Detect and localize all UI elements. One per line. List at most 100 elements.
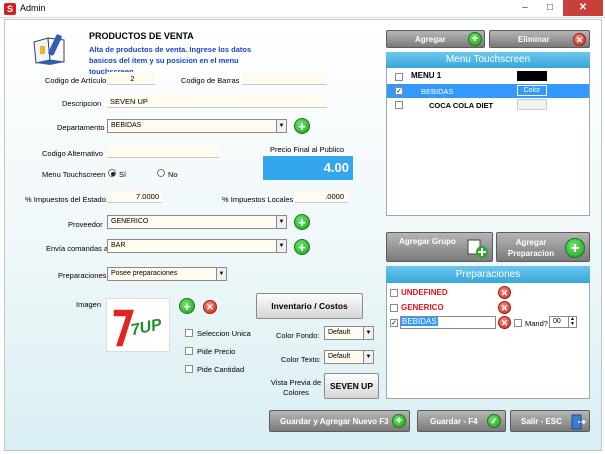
proveedor-select[interactable]: GENERICO ▼ [107,215,287,229]
preparaciones-header: Preparaciones [386,266,590,283]
departamento-label: Departamento [57,123,105,132]
prep-row-undefined[interactable]: UNDEFINED ✕ [387,286,589,300]
codigo-articulo-input[interactable]: 2 [107,72,155,85]
color-texto-value: Default [328,353,351,360]
mand-stepper[interactable]: 00 ▲ ▼ [549,316,577,328]
close-icon: ✕ [573,33,586,46]
agregar-preparacion-button[interactable]: Agregar Preparacion + [496,232,590,262]
mand-checkbox[interactable] [514,319,522,327]
descripcion-input[interactable]: SEVEN UP [107,95,327,108]
pide-cantidad-label: Pide Cantidad [197,365,245,374]
prep-row-generico[interactable]: GENERICO ✕ [387,301,589,315]
close-window-button[interactable]: ✕ [563,0,603,16]
menu-no-label: No [168,170,178,179]
codigo-alternativo-input[interactable] [107,145,219,158]
color-texto-select[interactable]: Default ▼ [324,350,374,364]
menu-si-radio[interactable] [108,169,116,177]
exit-door-icon [570,414,586,430]
menu-row-bebidas[interactable]: ✓ BEBIDAS Color [387,84,589,98]
pide-precio-checkbox[interactable] [185,347,193,355]
menu-row-coca-cola[interactable]: COCA COLA DIET [387,98,589,112]
add-proveedor-button[interactable]: + [294,214,310,230]
add-departamento-button[interactable]: + [294,118,310,134]
add-imagen-button[interactable]: + [179,298,195,314]
inventario-costos-button[interactable]: Inventario / Costos [256,293,363,319]
menu-row-checkbox[interactable]: ✓ [395,87,403,95]
departamento-value: BEBIDAS [111,122,142,129]
preparaciones-select[interactable]: Posee preparaciones ▼ [107,267,227,281]
seven-up-logo: 7UP [112,308,164,348]
chevron-down-icon[interactable]: ▼ [363,351,373,363]
proveedor-label: Proveedor [68,220,103,229]
impuestos-locales-label: % Impuestos Locales [222,195,294,204]
prep-name-input[interactable]: BEBIDAS [400,316,496,329]
codigo-alternativo-label: Codigo Alternativo [42,149,103,158]
envia-comandas-label: Envía comandas a [46,244,109,253]
impuestos-estado-input[interactable]: 7.0000 [107,190,162,203]
precio-final-input[interactable]: 4.00 [263,156,353,180]
maximize-button[interactable]: □ [538,0,562,16]
menu-touchscreen-header: Menu Touchscreen [386,52,590,68]
prep-row-bebidas[interactable]: ✓ BEBIDAS ✕ Mand? 00 ▲ ▼ [387,316,589,330]
envia-comandas-value: BAR [111,242,126,249]
chevron-down-icon[interactable]: ▼ [216,268,226,280]
envia-comandas-select[interactable]: BAR ▼ [107,239,287,253]
color-texto-label: Color Texto: [281,355,321,364]
imagen-label: Imagen [76,300,102,309]
impuestos-locales-input[interactable]: .0000 [295,190,347,203]
add-group-icon [467,239,489,259]
guardar-label: Guardar - F4 [430,417,478,426]
mand-label: Mand? [525,319,548,328]
agregar-grupo-button[interactable]: Agregar Grupo [386,232,493,262]
plus-icon: + [392,414,406,428]
pide-cantidad-checkbox[interactable] [185,365,193,373]
chevron-down-icon[interactable]: ▼ [363,327,373,339]
minimize-button[interactable]: – [513,0,537,16]
menu-si-label: Sí [119,170,127,179]
preparaciones-value: Posee preparaciones [111,270,178,277]
menu-row-checkbox[interactable] [395,73,403,81]
prep-row-checkbox[interactable] [390,304,398,312]
color-fondo-value: Default [328,329,351,336]
remove-prep-button[interactable]: ✕ [498,301,511,314]
codigo-articulo-label: Codigo de Artículo [45,76,107,85]
chevron-down-icon[interactable]: ▼ [276,120,286,132]
seleccion-unica-checkbox[interactable] [185,329,193,337]
color-fondo-label: Color Fondo: [276,331,320,340]
color-swatch[interactable] [517,71,547,81]
chevron-down-icon[interactable]: ▼ [276,240,286,252]
remove-prep-button[interactable]: ✕ [498,286,511,299]
codigo-barras-input[interactable] [242,72,327,85]
menu-no-radio[interactable] [157,169,165,177]
color-fondo-select[interactable]: Default ▼ [324,326,374,340]
chevron-down-icon[interactable]: ▼ [276,216,286,228]
agregar-grupo-label: Agregar Grupo [399,237,456,246]
menu-row-menu1[interactable]: MENU 1 [387,70,589,84]
title-bar: S Admin – □ ✕ [0,0,605,18]
remove-imagen-button[interactable]: ✕ [203,300,217,314]
guardar-button[interactable]: Guardar - F4 ✓ [417,410,506,432]
vista-previa-button[interactable]: SEVEN UP [324,373,379,399]
color-button[interactable]: Color [517,85,547,96]
agregar-button[interactable]: Agregar + [386,30,485,48]
prep-row-checkbox[interactable] [390,289,398,297]
prep-row-checkbox[interactable]: ✓ [390,319,398,327]
descripcion-label: Descripcion [62,99,102,108]
impuestos-estado-label: % Impuestos del Estado [25,195,106,204]
menu-row-label: BEBIDAS [421,87,454,96]
precio-final-label: Precio Final al Publico [270,145,345,154]
menu-touchscreen-label: Menu Touchscreen [42,170,106,179]
salir-button[interactable]: Salir - ESC [510,410,590,432]
product-image[interactable]: 7UP [106,298,170,352]
color-swatch[interactable] [517,99,547,110]
remove-prep-button[interactable]: ✕ [498,316,511,329]
add-comanda-button[interactable]: + [294,239,310,255]
pide-precio-label: Pide Precio [197,347,236,356]
departamento-select[interactable]: BEBIDAS ▼ [107,119,287,133]
menu-row-label: COCA COLA DIET [429,101,494,110]
spinner-icon[interactable]: ▲ ▼ [568,317,576,327]
guardar-nuevo-button[interactable]: Guardar y Agregar Nuevo F3 + [269,410,410,432]
eliminar-button[interactable]: Eliminar ✕ [489,30,590,48]
prep-row-label: GENERICO [401,303,444,312]
menu-row-checkbox[interactable] [395,101,403,109]
